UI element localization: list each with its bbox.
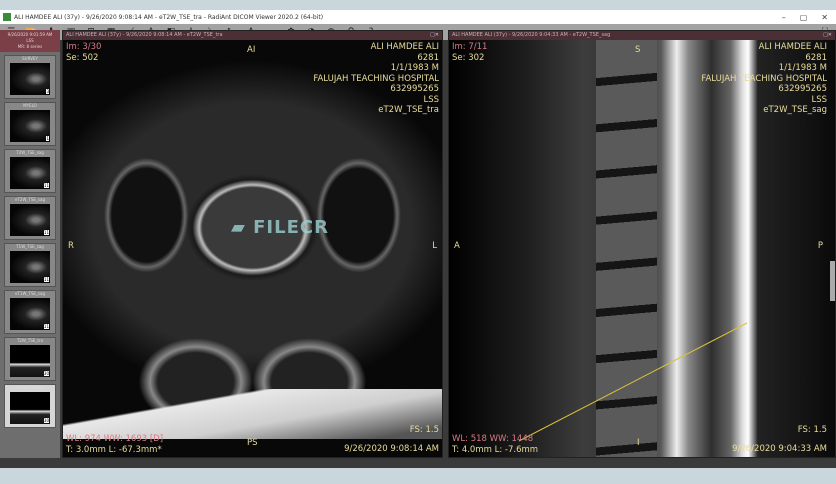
patient-info-line: 1/1/1983 M [778,63,827,73]
window-level: WL: 974 WW: 1693 [D] [66,434,164,444]
image-count: 11 [43,183,49,188]
patient-info-line: LSS [423,94,439,105]
patient-info-line: 1/1/1983 M [390,63,439,73]
image-count: 1 [46,136,49,141]
series-thumbnail[interactable]: SURVEY 3 [4,55,56,99]
series-label: T1W_TSE_sag [16,244,44,249]
orientation-top: AI [247,45,256,55]
image-index: Im: 3/30 [66,42,102,52]
watermark-logo: ▰ FILECR [231,217,329,238]
viewport-header: ALI HAMDEE ALI (37y) - 9/26/2020 9:08:14… [63,31,442,40]
image-index: Im: 7/11 [452,42,488,52]
series-label: eT1W_TSE_sag [15,291,45,296]
viewport-sagittal[interactable]: ALI HAMDEE ALI (37y) - 9/26/2020 9:04:33… [448,30,836,458]
series-thumbnail[interactable]: T2W_TSE_tra 30 [4,337,56,381]
acquisition-date: 9/26/2020 9:08:14 AM [344,443,439,454]
series-label: MYELO [23,103,37,108]
series-preview [10,63,50,95]
series-thumbnail[interactable]: T1W_TSE_sag 11 [4,243,56,287]
patient-info-line: eT2W_TSE_tra [378,105,439,115]
image-count: 11 [43,277,49,282]
orientation-left: R [68,241,74,251]
series-label: T2W_TSE_sag [16,150,44,155]
patient-info: ALI HAMDEE ALI 6281 1/1/1983 M FALUJAH TEAC… [701,42,827,116]
image-count: 3 [46,89,49,94]
series-label: eT2W_TSE_tra [15,385,45,390]
orientation-bottom: I [637,437,640,448]
patient-info-line: ALI HAMDEE ALI [758,42,827,52]
thickness-location: T: 4.0mm L: -7.6mm [452,444,539,455]
window-title: ALI HAMDEE ALI (37y) - 9/26/2020 9:08:14… [14,13,324,21]
acquisition-date: 9/26/2020 9:04:33 AM [732,443,827,454]
patient-info: ALI HAMDEE ALI 6281 1/1/1983 M FALUJAH TEAC… [313,42,439,116]
image-count: 11 [43,230,49,235]
viewport-title: ALI HAMDEE ALI (37y) - 9/26/2020 9:04:33… [452,32,611,38]
series-thumbnail[interactable]: eT2W_TSE_sag 11 [4,196,56,240]
series-number: Se: 302 [452,52,485,63]
patient-info-line: eT2W_TSE_sag [763,105,827,115]
scrollbar[interactable] [830,261,835,301]
close-viewport-icon[interactable]: □✕ [823,31,832,40]
thickness-location: T: 3.0mm L: -67.3mm* [66,444,162,455]
image-count: 30 [43,371,49,376]
patient-info-line: 632995265 [390,84,439,94]
patient-info-line: 632995265 [778,84,827,94]
patient-info-line: ALI HAMDEE ALI [370,42,439,52]
orientation-left: A [454,241,460,251]
viewport-title: ALI HAMDEE ALI (37y) - 9/26/2020 9:08:14… [66,32,223,38]
patient-info-line: FALUJAH TEACHING HOSPITAL [701,73,827,84]
series-panel: 9/26/2020 9:01:59 AM LSS MR: 8 series SU… [0,30,60,458]
patient-info-line: 6281 [805,52,827,63]
series-thumbnail[interactable]: T2W_TSE_sag 11 [4,149,56,193]
maximize-button[interactable]: ▢ [800,13,808,22]
image-count: 30 [43,418,49,423]
minimize-button[interactable]: – [782,13,786,22]
viewport-axial[interactable]: ALI HAMDEE ALI (37y) - 9/26/2020 9:08:14… [62,30,443,458]
series-number: Se: 502 [66,52,99,63]
viewport-header: ALI HAMDEE ALI (37y) - 9/26/2020 9:04:33… [449,31,835,40]
patient-info-line: FALUJAH TEACHING HOSPITAL [313,73,439,84]
orientation-top: S [635,45,641,55]
field-strength: FS: 1.5 [409,424,439,435]
series-thumbnail[interactable]: eT1W_TSE_sag 11 [4,290,56,334]
close-viewport-icon[interactable]: □✕ [430,31,439,40]
orientation-bottom: PS [247,437,258,448]
title-bar: ALI HAMDEE ALI (37y) - 9/26/2020 9:08:14… [0,10,836,24]
series-thumbnail[interactable]: MYELO 1 [4,102,56,146]
orientation-right: P [817,241,823,251]
patient-info-line: LSS [811,94,827,105]
window-level: WL: 518 WW: 1448 [452,434,534,444]
patient-info-line: 6281 [417,52,439,63]
series-preview [10,110,50,142]
study-series-count: MR: 8 series [17,44,43,49]
series-label: T2W_TSE_tra [16,338,44,343]
series-label: SURVEY [22,56,38,61]
image-count: 11 [43,324,49,329]
study-header[interactable]: 9/26/2020 9:01:59 AM LSS MR: 8 series [0,30,60,52]
close-button[interactable]: ✕ [821,13,828,22]
series-label: eT2W_TSE_sag [15,197,45,202]
orientation-right: L [432,241,437,251]
field-strength: FS: 1.5 [797,424,827,435]
app-icon [3,13,11,21]
series-thumbnail[interactable]: eT2W_TSE_tra 30 [4,384,56,428]
